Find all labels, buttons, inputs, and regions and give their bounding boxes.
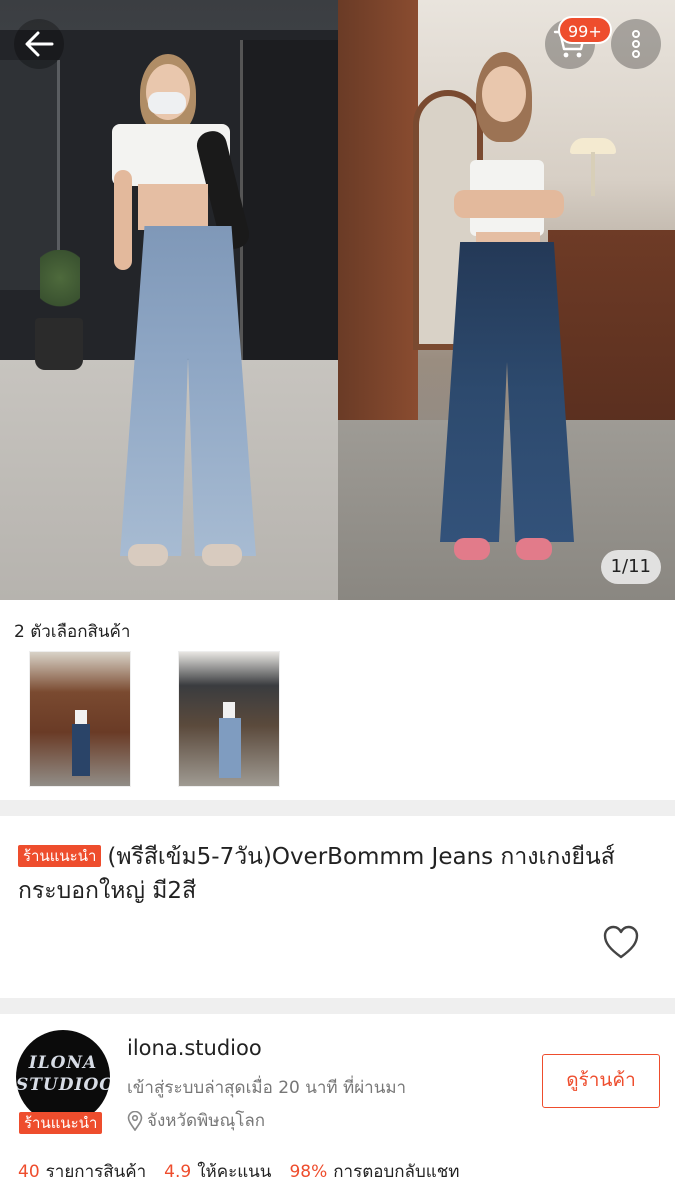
product-title: ร้านแนะนำ (พรีสีเข้ม5-7วัน)OverBommm Jean… <box>18 840 658 908</box>
logo-line-2: STUDIOO <box>16 1075 110 1095</box>
stat-label: รายการสินค้า <box>45 1162 147 1182</box>
product-title-text: (พรีสีเข้ม5-7วัน)OverBommm Jeans กางเกงย… <box>18 844 615 904</box>
product-photo-dark-wash <box>338 0 675 600</box>
image-counter: 1/11 <box>600 550 661 584</box>
thumb-figure <box>223 702 235 718</box>
shop-recommended-badge: ร้านแนะนำ <box>19 1112 103 1134</box>
variant-thumbnail-light-wash[interactable] <box>178 651 280 787</box>
section-divider <box>0 800 675 816</box>
stat-value: 98% <box>289 1162 328 1182</box>
thumb-figure <box>75 710 87 724</box>
wood-wall <box>338 0 418 430</box>
shop-location-text: จังหวัดพิษณุโลก <box>147 1111 266 1131</box>
logo-line-1: ILONA <box>28 1053 98 1073</box>
product-info: ร้านแนะนำ (พรีสีเข้ม5-7วัน)OverBommm Jean… <box>0 816 675 998</box>
shop-location: จังหวัดพิษณุโลก <box>127 1107 265 1134</box>
section-divider <box>0 998 675 1014</box>
shop-logo-text: ILONA STUDIOO <box>16 1052 110 1096</box>
shop-name[interactable]: ilona.studioo <box>127 1036 262 1060</box>
variant-selector: 2 ตัวเลือกสินค้า <box>0 600 675 800</box>
stat-chat-response: 98% การตอบกลับแชท <box>289 1158 459 1185</box>
shop-last-active: เข้าสู่ระบบล่าสุดเมื่อ 20 นาที ที่ผ่านมา <box>127 1078 407 1098</box>
model-figure-right <box>436 50 586 570</box>
lamp-stand <box>591 152 595 196</box>
plant <box>40 250 80 320</box>
stat-value: 4.9 <box>164 1162 192 1182</box>
heart-outline-icon[interactable] <box>602 924 640 960</box>
variant-thumbnail-dark-wash[interactable] <box>29 651 131 787</box>
stat-rating: 4.9 ให้คะแนน <box>164 1158 271 1185</box>
plant-pot <box>35 318 83 370</box>
stat-label: ให้คะแนน <box>197 1162 272 1182</box>
thumb-jeans <box>72 724 90 776</box>
shop-info: ILONA STUDIOO ร้านแนะนำ ilona.studioo เข… <box>0 1014 675 1200</box>
model-figure-left <box>110 50 260 570</box>
cart-count-badge: 99+ <box>558 16 612 44</box>
stat-label: การตอบกลับแชท <box>333 1162 460 1182</box>
stat-value: 40 <box>18 1162 40 1182</box>
view-shop-button[interactable]: ดูร้านค้า <box>542 1054 660 1108</box>
thumb-jeans <box>219 718 241 778</box>
product-photo-light-wash <box>0 0 338 600</box>
shop-avatar[interactable]: ILONA STUDIOO <box>16 1030 110 1124</box>
shop-stats: 40 รายการสินค้า 4.9 ให้คะแนน 98% การตอบกลับ… <box>18 1158 477 1185</box>
back-button[interactable] <box>14 19 64 69</box>
more-options-button[interactable] <box>611 19 661 69</box>
variant-count-label: 2 ตัวเลือกสินค้า <box>14 622 131 642</box>
arrow-left-icon <box>25 31 54 57</box>
location-pin-icon <box>127 1110 143 1131</box>
product-image-carousel[interactable]: 1/11 <box>0 0 675 600</box>
stat-products: 40 รายการสินค้า <box>18 1158 146 1185</box>
recommended-shop-badge: ร้านแนะนำ <box>18 845 102 867</box>
more-vertical-icon <box>632 30 640 58</box>
